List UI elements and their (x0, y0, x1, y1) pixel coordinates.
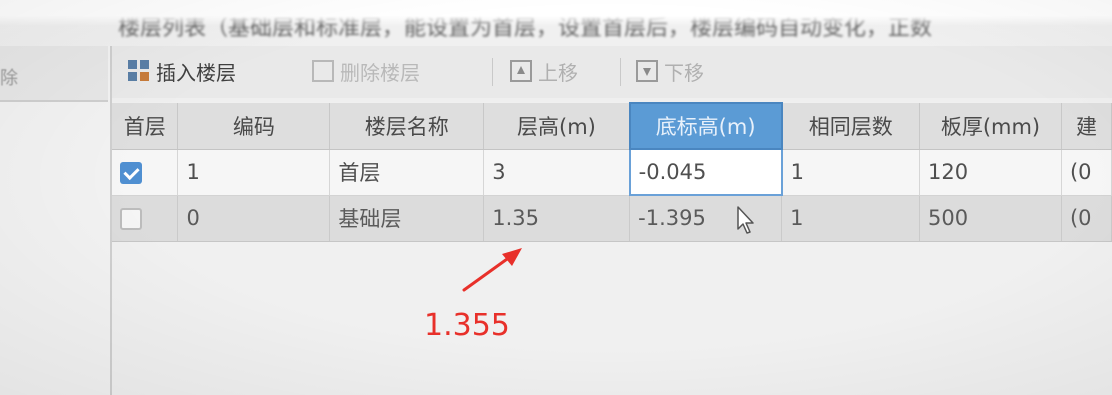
left-tab[interactable]: 除 (0, 46, 108, 102)
annotation-label: 1.355 (424, 308, 510, 343)
bottom-elevation-cell-editing[interactable]: -0.045 (628, 148, 783, 196)
bottom-elevation-cell[interactable]: -1.395 (629, 195, 783, 242)
slab-thickness-cell[interactable]: 500 (919, 195, 1062, 242)
insert-floor-icon (128, 60, 150, 82)
table-header-row: 首层 编码 楼层名称 层高(m) 底标高(m) 相同层数 板厚(mm) 建 (112, 102, 1112, 150)
table-row[interactable]: 1 首层 3 -0.045 1 120 (0 (112, 148, 1112, 196)
move-up-icon (510, 60, 532, 82)
floor-height-cell[interactable]: 3 (483, 149, 631, 196)
floor-grid: 首层 编码 楼层名称 层高(m) 底标高(m) 相同层数 板厚(mm) 建 1 … (112, 102, 1112, 395)
floor-height-cell[interactable]: 1.35 (483, 195, 631, 242)
column-header[interactable]: 建 (1061, 103, 1112, 150)
column-header[interactable]: 编码 (177, 103, 331, 150)
truncated-cell[interactable]: (0 (1061, 149, 1112, 196)
first-floor-checkbox-checked[interactable] (120, 162, 142, 184)
column-header[interactable]: 层高(m) (483, 103, 631, 150)
move-up-button[interactable]: 上移 (510, 56, 578, 86)
delete-floor-button[interactable]: 删除楼层 (312, 56, 420, 86)
column-header[interactable]: 板厚(mm) (919, 103, 1062, 150)
insert-floor-button[interactable]: 插入楼层 (128, 56, 236, 86)
toolbar-divider (492, 58, 493, 86)
move-down-button[interactable]: 下移 (636, 56, 704, 86)
floor-toolbar: 插入楼层 删除楼层 上移 下移 (112, 46, 1112, 98)
glare-band (0, 0, 1112, 26)
toolbar-divider (620, 58, 621, 86)
delete-floor-label: 删除楼层 (340, 60, 420, 85)
insert-floor-label: 插入楼层 (156, 60, 236, 85)
floor-name-cell[interactable]: 基础层 (329, 195, 485, 242)
floor-table: 首层 编码 楼层名称 层高(m) 底标高(m) 相同层数 板厚(mm) 建 1 … (112, 102, 1112, 242)
left-tab-label: 除 (0, 68, 18, 89)
column-header-selected[interactable]: 底标高(m) (628, 102, 783, 150)
delete-floor-icon (312, 60, 334, 82)
code-cell[interactable]: 0 (177, 195, 331, 242)
mouse-cursor-icon (737, 206, 754, 234)
move-up-label: 上移 (538, 60, 578, 85)
first-floor-checkbox-unchecked[interactable] (120, 208, 142, 230)
first-floor-cell[interactable] (112, 195, 179, 242)
move-down-label: 下移 (664, 60, 704, 85)
column-header[interactable]: 首层 (112, 103, 179, 150)
table-row[interactable]: 0 基础层 1.35 -1.395 1 500 (0 (112, 195, 1112, 242)
floor-name-cell[interactable]: 首层 (329, 149, 485, 196)
first-floor-cell[interactable] (112, 149, 179, 196)
truncated-cell[interactable]: (0 (1061, 195, 1112, 242)
column-header[interactable]: 楼层名称 (329, 103, 485, 150)
screen-photo: 楼层列表（基础层和标准层，能设置为首层，设置首层后，楼层编码自动变化，正数 除 … (0, 0, 1112, 395)
slab-thickness-cell[interactable]: 120 (919, 149, 1062, 196)
code-cell[interactable]: 1 (177, 149, 331, 196)
move-down-icon (636, 60, 658, 82)
left-panel: 除 (0, 46, 112, 395)
same-floor-count-cell[interactable]: 1 (781, 149, 921, 196)
column-header[interactable]: 相同层数 (781, 103, 921, 150)
same-floor-count-cell[interactable]: 1 (781, 195, 921, 242)
